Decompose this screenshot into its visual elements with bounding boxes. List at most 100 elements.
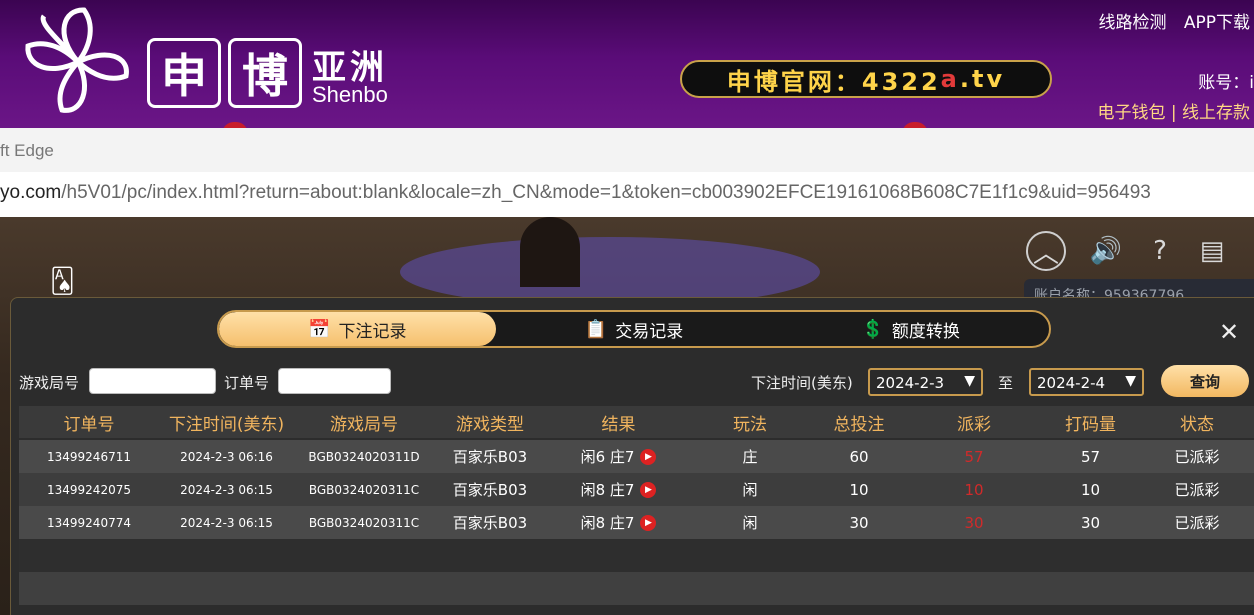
- turnover-cell: 30: [1080, 513, 1101, 532]
- round-label: 游戏局号: [19, 374, 80, 392]
- modal-tabs: 📅 下注记录 📋 交易记录 💲 额度转换: [217, 310, 1051, 348]
- empty-row: [19, 539, 1254, 572]
- column-header: 游戏类型: [456, 414, 524, 435]
- speaker-icon[interactable]: 🔊: [1086, 231, 1126, 271]
- chevron-up-icon[interactable]: ︿: [1026, 231, 1066, 271]
- column-header: 总投注: [833, 414, 885, 435]
- site-suffix: .tv: [959, 65, 1006, 93]
- table-header: 订单号 下注时间(美东) 游戏局号 游戏类型 结果 玩法 总投注 派彩 打码量 …: [19, 406, 1254, 438]
- result-cell: 闲6 庄7 ▶: [546, 440, 691, 473]
- calendar-icon: 📅: [308, 318, 331, 340]
- flower-logo-icon: [25, 7, 129, 113]
- official-site-banner[interactable]: 申博官网：4322 a .tv: [680, 60, 1052, 98]
- date-to-value: 2024-2-4: [1037, 374, 1106, 392]
- bet-time-label: 下注时间(美东): [751, 374, 853, 392]
- column-header: 订单号: [63, 414, 115, 435]
- table-row: 13499246711 2024-2-3 06:16 BGB0324020311…: [19, 440, 1254, 473]
- column-header: 玩法: [733, 414, 767, 435]
- address-bar[interactable]: yo.com/h5V01/pc/index.html?return=about:…: [0, 172, 1254, 217]
- play-icon[interactable]: ▶: [640, 448, 657, 465]
- turnover-cell: 10: [1080, 480, 1101, 499]
- date-from-value: 2024-2-3: [876, 374, 945, 392]
- site-red-letter: a: [940, 65, 960, 93]
- link-separator: |: [1170, 103, 1177, 123]
- round-cell: BGB0324020311D: [308, 449, 420, 464]
- play-cell: 庄: [742, 448, 758, 466]
- tab-label: 交易记录: [615, 321, 684, 342]
- order-input[interactable]: [278, 368, 391, 394]
- logo-char-box: 申: [147, 38, 221, 108]
- status-cell: 已派彩: [1174, 514, 1220, 532]
- result-cell: 闲8 庄7 ▶: [546, 473, 691, 506]
- close-icon[interactable]: ✕: [1219, 318, 1239, 346]
- tab-credit-transfer[interactable]: 💲 额度转换: [772, 312, 1049, 346]
- window-title: ft Edge: [0, 141, 54, 160]
- tab-label: 下注记录: [338, 321, 407, 342]
- payout-cell: 10: [964, 480, 984, 499]
- url-host: yo.com: [0, 182, 62, 203]
- bet-records-modal: 📅 下注记录 📋 交易记录 💲 额度转换 ✕ 游戏局号 订单号 下注时间(美东)…: [10, 297, 1254, 615]
- line-check-link[interactable]: 线路检测: [1098, 13, 1166, 33]
- account-label: 账号：i: [1198, 73, 1254, 93]
- column-header: 打码量: [1065, 414, 1116, 435]
- dealer-figure: [520, 217, 580, 287]
- tab-bet-records[interactable]: 📅 下注记录: [219, 312, 496, 346]
- app-download-link[interactable]: APP下载: [1184, 13, 1250, 33]
- browser-titlebar: ft Edge: [0, 128, 1254, 172]
- play-icon[interactable]: ▶: [640, 514, 657, 531]
- top-links: 线路检测 APP下载: [1086, 8, 1250, 33]
- table-row: 13499242075 2024-2-3 06:15 BGB0324020311…: [19, 473, 1254, 506]
- url-path: /h5V01/pc/index.html?return=about:blank&…: [61, 182, 1151, 203]
- clipboard-icon: 📋: [584, 318, 608, 340]
- column-header: 派彩: [957, 414, 991, 435]
- tab-label: 额度转换: [891, 321, 960, 342]
- to-label: 至: [998, 374, 1014, 392]
- status-cell: 已派彩: [1174, 481, 1220, 499]
- column-header: 游戏局号: [330, 414, 398, 435]
- chevron-down-icon: ▼: [1125, 373, 1136, 389]
- column-header: 状态: [1180, 414, 1214, 435]
- play-icon[interactable]: ▶: [640, 481, 657, 498]
- logo-char-box: 博: [228, 38, 302, 108]
- table-row: 13499240774 2024-2-3 06:15 BGB0324020311…: [19, 506, 1254, 539]
- game-type-cell: 百家乐B03: [452, 448, 528, 466]
- result-text: 闲8 庄7: [580, 481, 635, 499]
- play-cell: 闲: [742, 514, 758, 532]
- round-cell: BGB0324020311C: [308, 515, 420, 530]
- order-cell: 13499240774: [47, 515, 131, 530]
- filter-bar: 游戏局号 订单号 下注时间(美东) 2024-2-3 ▼ 至 2024-2-4 …: [11, 364, 1254, 404]
- site-banner: 申 博 亚洲 Shenbo 申博官网：4322 a .tv 线路检测 APP下载 账…: [0, 0, 1254, 128]
- payout-cell: 30: [964, 513, 984, 532]
- time-cell: 2024-2-3 06:15: [180, 515, 273, 530]
- records-icon[interactable]: ▤: [1192, 231, 1232, 271]
- round-cell: BGB0324020311C: [308, 482, 420, 497]
- payout-cell: 57: [964, 447, 984, 466]
- order-cell: 13499242075: [47, 482, 131, 497]
- coins-icon: 💲: [861, 318, 884, 340]
- date-from-select[interactable]: 2024-2-3 ▼: [868, 368, 983, 396]
- wallet-links: 电子钱包 | 线上存款: [1097, 98, 1250, 123]
- site-prefix: 申博官网：4322: [726, 67, 941, 96]
- result-text: 闲8 庄7: [580, 514, 635, 532]
- bet-cell: 10: [849, 480, 869, 499]
- play-cell: 闲: [742, 481, 758, 499]
- order-label: 订单号: [224, 374, 270, 392]
- chevron-down-icon: ▼: [964, 373, 975, 389]
- column-header: 下注时间(美东): [168, 414, 285, 435]
- bet-cell: 30: [849, 513, 869, 532]
- online-deposit-link[interactable]: 线上存款: [1182, 103, 1250, 123]
- help-icon[interactable]: ?: [1140, 231, 1180, 271]
- query-button[interactable]: 查询: [1161, 365, 1249, 397]
- round-input[interactable]: [89, 368, 216, 394]
- time-cell: 2024-2-3 06:16: [180, 449, 273, 464]
- time-cell: 2024-2-3 06:15: [180, 482, 273, 497]
- tab-transaction-records[interactable]: 📋 交易记录: [496, 312, 773, 346]
- e-wallet-link[interactable]: 电子钱包: [1097, 103, 1165, 123]
- logo-text-en: Shenbo: [312, 82, 388, 107]
- result-text: 闲6 庄7: [580, 448, 635, 466]
- column-header: 结果: [601, 414, 636, 435]
- status-cell: 已派彩: [1174, 448, 1220, 466]
- date-to-select[interactable]: 2024-2-4 ▼: [1029, 368, 1144, 396]
- game-type-cell: 百家乐B03: [452, 514, 528, 532]
- result-cell: 闲8 庄7 ▶: [546, 506, 691, 539]
